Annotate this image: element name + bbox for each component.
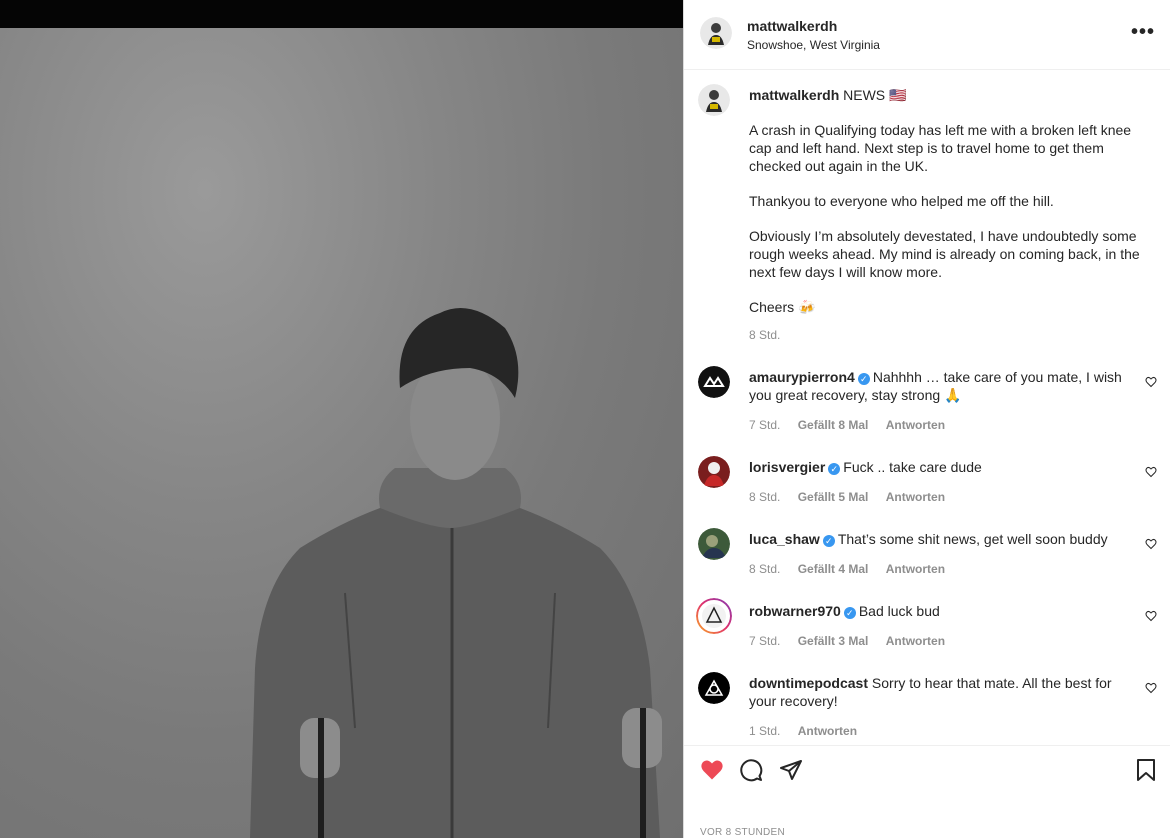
comment-text: luca_shaw ✓ That’s some shit news, get wel… — [749, 530, 1139, 548]
commenter-avatar[interactable] — [698, 366, 730, 398]
caption-header: mattwalkerdh NEWS 🇺🇸 — [749, 87, 906, 104]
comment-meta: 1 Std. Antworten — [749, 724, 871, 738]
comment-like-icon[interactable] — [1145, 610, 1157, 622]
caption-paragraph: A crash in Qualifying today has left me … — [749, 122, 1132, 174]
comment-username[interactable]: robwarner970 — [749, 603, 841, 619]
comment-body: Fuck .. take care dude — [843, 459, 982, 475]
comment-time: 1 Std. — [749, 724, 781, 738]
comment-username[interactable]: amaurypierron4 — [749, 369, 855, 385]
comment-username[interactable]: luca_shaw — [749, 531, 820, 547]
bookmark-icon[interactable] — [1135, 758, 1157, 782]
verified-badge-icon: ✓ — [843, 607, 856, 619]
comment-icon[interactable] — [739, 758, 763, 782]
post-details-panel: mattwalkerdh Snowshoe, West Virginia •••… — [683, 0, 1170, 838]
verified-badge-icon: ✓ — [822, 535, 835, 547]
more-options-icon[interactable]: ••• — [1131, 22, 1155, 42]
author-avatar[interactable] — [700, 17, 732, 49]
comment-likes[interactable]: Gefällt 4 Mal — [798, 562, 869, 576]
post-photo[interactable] — [0, 0, 683, 838]
comment-like-icon[interactable] — [1145, 376, 1157, 388]
comment-like-icon[interactable] — [1145, 538, 1157, 550]
comment-meta: 7 Std. Gefällt 3 Mal Antworten — [749, 634, 959, 648]
post-timestamp: VOR 8 STUNDEN — [700, 827, 786, 838]
reply-button[interactable]: Antworten — [886, 634, 945, 648]
comment-likes[interactable]: Gefällt 8 Mal — [798, 418, 869, 432]
commenter-avatar-story-ring[interactable] — [696, 598, 732, 634]
comment-username[interactable]: downtimepodcast — [749, 675, 868, 691]
comment-likes[interactable]: Gefällt 5 Mal — [798, 490, 869, 504]
comment-body: Bad luck bud — [858, 603, 940, 619]
comment-text: downtimepodcast Sorry to hear that mate.… — [749, 674, 1139, 710]
reply-button[interactable]: Antworten — [886, 562, 945, 576]
comment-meta: 7 Std. Gefällt 8 Mal Antworten — [749, 418, 959, 432]
author-username[interactable]: mattwalkerdh — [747, 18, 837, 34]
comment-likes[interactable]: Gefällt 3 Mal — [798, 634, 869, 648]
comment-text: robwarner970 ✓ Bad luck bud — [749, 602, 1139, 620]
comment-time: 8 Std. — [749, 490, 781, 504]
photo-figure — [250, 308, 662, 838]
comment-time: 8 Std. — [749, 562, 781, 576]
comment-meta: 8 Std. Gefällt 4 Mal Antworten — [749, 562, 959, 576]
comment-username[interactable]: lorisvergier — [749, 459, 825, 475]
comment-time: 7 Std. — [749, 418, 781, 432]
caption-paragraph: Cheers 🍻 — [749, 299, 816, 315]
comment-like-icon[interactable] — [1145, 466, 1157, 478]
photo-top-bar — [0, 0, 683, 28]
caption-time: 8 Std. — [749, 328, 781, 342]
comment-text: amaurypierron4 ✓ Nahhhh … take care of you… — [749, 368, 1139, 404]
post-header: mattwalkerdh Snowshoe, West Virginia ••• — [684, 0, 1170, 70]
caption-username[interactable]: mattwalkerdh — [749, 87, 839, 103]
comment-text: lorisvergier ✓ Fuck .. take care dude — [749, 458, 1139, 476]
verified-badge-icon: ✓ — [857, 373, 870, 385]
post-location[interactable]: Snowshoe, West Virginia — [747, 38, 880, 52]
caption-paragraph: Obviously I’m absolutely devestated, I h… — [749, 228, 1140, 280]
post-action-bar — [684, 745, 1170, 796]
commenter-avatar[interactable] — [698, 528, 730, 560]
comment-body: That’s some shit news, get well soon bud… — [837, 531, 1108, 547]
reply-button[interactable]: Antworten — [798, 724, 857, 738]
commenter-avatar[interactable] — [698, 456, 730, 488]
caption-headline: NEWS 🇺🇸 — [843, 87, 907, 103]
share-icon[interactable] — [779, 758, 803, 782]
heart-filled-icon[interactable] — [700, 758, 724, 782]
caption-paragraph: Thankyou to everyone who helped me off t… — [749, 193, 1054, 209]
comment-like-icon[interactable] — [1145, 682, 1157, 694]
commenter-avatar[interactable] — [698, 672, 730, 704]
comment-meta: 8 Std. Gefällt 5 Mal Antworten — [749, 490, 959, 504]
caption-body: A crash in Qualifying today has left me … — [749, 121, 1149, 333]
caption-avatar[interactable] — [698, 84, 730, 116]
verified-badge-icon: ✓ — [828, 463, 841, 475]
reply-button[interactable]: Antworten — [886, 418, 945, 432]
comment-time: 7 Std. — [749, 634, 781, 648]
reply-button[interactable]: Antworten — [886, 490, 945, 504]
